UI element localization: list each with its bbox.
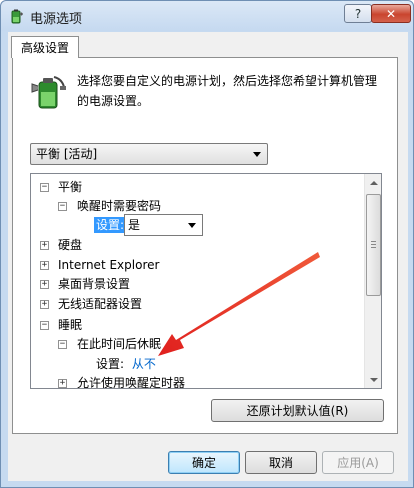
plan-select-value: 平衡 [活动] (36, 147, 98, 161)
ok-button[interactable]: 确定 (168, 451, 240, 474)
cancel-button[interactable]: 取消 (245, 451, 317, 474)
arrow-up-icon (369, 180, 378, 185)
tree-item-label: 允许使用唤醒定时器 (77, 376, 186, 389)
close-button[interactable]: ✕ (371, 4, 411, 23)
scroll-thumb[interactable] (366, 194, 381, 296)
restore-defaults-button[interactable]: 还原计划默认值(R) (211, 399, 384, 422)
expand-icon[interactable]: + (40, 241, 49, 250)
title-bar[interactable]: 电源选项 ? ✕ (1, 1, 413, 31)
collapse-icon[interactable]: − (58, 340, 67, 349)
grip-icon (371, 241, 376, 248)
setting-label: 设置: (96, 357, 125, 371)
wake-password-select[interactable]: 是 (124, 214, 203, 236)
setting-label: 设置: (94, 217, 127, 233)
tree-item-label: Internet Explorer (58, 258, 160, 272)
expand-icon[interactable]: + (40, 261, 49, 270)
setting-value[interactable]: 从不 (132, 357, 156, 371)
settings-tree[interactable]: − 平衡 − 唤醒时需要密码 设置: + 硬盘 + Internet Explo… (30, 173, 382, 389)
tree-item-label: 在此时间后休眠 (77, 337, 162, 351)
plan-select[interactable]: 平衡 [活动] (30, 143, 268, 165)
description-text: 选择您要自定义的电源计划，然后选择您希望计算机管理的电源设置。 (77, 74, 378, 108)
help-icon: ? (354, 6, 362, 21)
expand-icon[interactable]: + (40, 300, 49, 309)
collapse-icon[interactable]: − (40, 321, 49, 330)
tab-advanced-settings[interactable]: 高级设置 (11, 36, 79, 58)
expand-icon[interactable]: + (58, 379, 67, 388)
collapse-icon[interactable]: − (40, 183, 49, 192)
tree-item-label: 无线适配器设置 (58, 297, 143, 311)
scroll-down-button[interactable] (365, 371, 382, 388)
apply-button[interactable]: 应用(A) (322, 451, 394, 474)
tree-item-label: 睡眠 (58, 318, 83, 332)
tree-item-label: 唤醒时需要密码 (77, 199, 162, 213)
tree-item-label: 硬盘 (58, 238, 83, 252)
close-icon: ✕ (385, 6, 397, 21)
collapse-icon[interactable]: − (58, 202, 67, 211)
window-title: 电源选项 (30, 12, 83, 27)
arrow-down-icon (369, 377, 378, 382)
wake-password-select-value: 是 (128, 218, 141, 232)
help-button[interactable]: ? (344, 4, 372, 23)
tree-item-label: 桌面背景设置 (58, 277, 131, 291)
tree-item-label: 平衡 (58, 180, 83, 194)
chevron-down-icon (253, 152, 261, 157)
battery-plug-icon (11, 9, 23, 24)
tree-setting-wake-password: 设置: (94, 215, 127, 235)
battery-plug-icon (31, 76, 66, 109)
scroll-up-button[interactable] (365, 174, 382, 191)
expand-icon[interactable]: + (40, 280, 49, 289)
chevron-down-icon (188, 223, 196, 228)
tree-scrollbar[interactable] (364, 174, 381, 388)
tree-setting-hibernate-after[interactable]: 设置: 从不 (96, 354, 156, 374)
